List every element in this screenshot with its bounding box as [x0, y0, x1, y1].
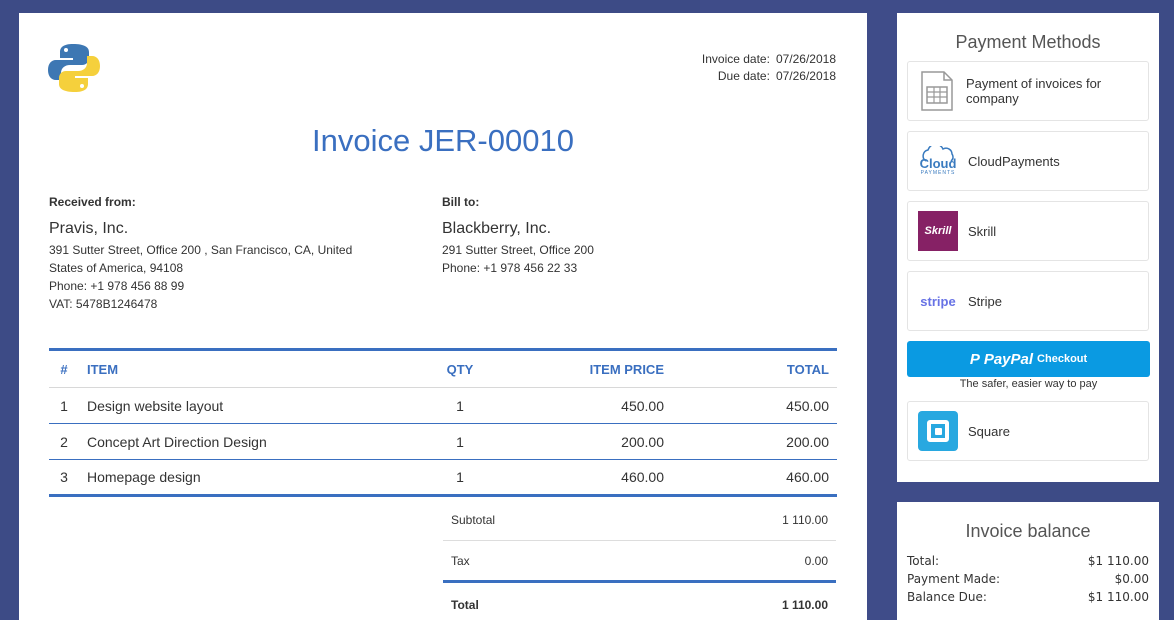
sender-phone: Phone: +1 978 456 88 99 — [49, 279, 185, 293]
cloudpayments-logo-text: Cloud — [919, 156, 957, 171]
row-qty: 1 — [420, 423, 500, 460]
col-item-header: ITEM — [79, 348, 420, 388]
table-header-row: # ITEM QTY ITEM PRICE TOTAL — [49, 348, 837, 388]
payment-method-label: Stripe — [968, 293, 1002, 309]
subtotal-label: Subtotal — [451, 512, 496, 527]
row-item: Design website layout — [79, 387, 420, 424]
payment-methods-panel: Payment Methods Payment of invoices for … — [897, 13, 1159, 482]
invoice-totals: Subtotal 1 110.00 Tax 0.00 Total 1 110.0… — [443, 499, 836, 620]
invoice-dates: Invoice date: 07/26/2018 Due date: 07/26… — [702, 51, 836, 85]
row-item: Concept Art Direction Design — [79, 423, 420, 460]
sender-vat: VAT: 5478B1246478 — [49, 297, 158, 311]
table-row: 1 Design website layout 1 450.00 450.00 — [49, 387, 837, 424]
balance-value: $0.00 — [1114, 572, 1149, 586]
skrill-logo: Skrill — [918, 211, 958, 251]
row-price: 460.00 — [500, 459, 672, 497]
invoice-date-label: Invoice date: — [701, 52, 770, 66]
table-row: 2 Concept Art Direction Design 1 200.00 … — [49, 423, 837, 460]
paypal-sub: Checkout — [1037, 353, 1088, 365]
table-row: 3 Homepage design 1 460.00 460.00 — [49, 459, 837, 497]
sender-address: 391 Sutter Street, Office 200 , San Fran… — [49, 243, 353, 275]
payment-method-square[interactable]: Square — [907, 401, 1149, 461]
balance-value: $1 110.00 — [1087, 554, 1149, 568]
payment-method-invoice[interactable]: Payment of invoices for company — [907, 61, 1149, 121]
tax-value: 0.00 — [804, 553, 828, 568]
payment-method-label: Square — [968, 423, 1010, 439]
stripe-logo: stripe — [918, 281, 958, 321]
row-num: 3 — [49, 459, 79, 497]
col-total-header: TOTAL — [672, 348, 837, 388]
col-price-header: ITEM PRICE — [500, 348, 672, 388]
col-num-header: # — [49, 348, 79, 388]
due-date-row: Due date: 07/26/2018 — [702, 68, 836, 85]
paypal-icon: P — [969, 350, 980, 368]
payment-methods-title: Payment Methods — [955, 32, 1101, 52]
tax-row: Tax 0.00 — [443, 541, 836, 583]
row-qty: 1 — [420, 459, 500, 497]
paypal-checkout-button[interactable]: P PayPal Checkout — [907, 341, 1150, 377]
due-date-label: Due date: — [717, 69, 770, 83]
invoice-document: Invoice date: 07/26/2018 Due date: 07/26… — [19, 13, 867, 620]
square-logo-inner — [927, 420, 949, 442]
invoice-document-icon — [918, 71, 956, 111]
sender-name: Pravis, Inc. — [49, 220, 129, 237]
due-date-value: 07/26/2018 — [775, 69, 836, 83]
received-from-block: Received from: Pravis, Inc. 391 Sutter S… — [49, 193, 389, 313]
received-from-header: Received from: — [49, 195, 136, 209]
balance-due-row: Balance Due: $1 110.00 — [907, 588, 1149, 606]
row-num: 1 — [49, 387, 79, 424]
row-total: 460.00 — [672, 459, 837, 497]
payment-method-label: Payment of invoices for company — [966, 76, 1102, 106]
paypal-tagline: The safer, easier way to pay — [959, 378, 1098, 390]
balance-label: Payment Made: — [907, 572, 1001, 586]
balance-label: Balance Due: — [907, 590, 987, 604]
total-row: Total 1 110.00 — [443, 583, 836, 620]
row-price: 200.00 — [500, 423, 672, 460]
row-num: 2 — [49, 423, 79, 460]
balance-paid-row: Payment Made: $0.00 — [907, 570, 1149, 588]
bill-to-header: Bill to: — [442, 195, 480, 209]
cloudpayments-logo-sub: PAYMENTS — [920, 170, 956, 176]
row-price: 450.00 — [500, 387, 672, 424]
row-qty: 1 — [420, 387, 500, 424]
recipient-name: Blackberry, Inc. — [442, 220, 552, 237]
payment-method-label: CloudPayments — [968, 153, 1060, 169]
row-total: 450.00 — [672, 387, 837, 424]
payment-method-cloudpayments[interactable]: Cloud PAYMENTS CloudPayments — [907, 131, 1149, 191]
total-value: 1 110.00 — [781, 598, 828, 612]
python-logo-icon — [48, 44, 100, 92]
skrill-logo-text: Skrill — [924, 225, 952, 237]
invoice-title: Invoice JER-00010 — [312, 123, 574, 158]
invoice-balance-title: Invoice balance — [965, 521, 1091, 541]
row-item: Homepage design — [79, 459, 420, 497]
invoice-items-table: # ITEM QTY ITEM PRICE TOTAL 1 Design web… — [49, 348, 837, 497]
total-label: Total — [451, 598, 479, 612]
cloudpayments-logo: Cloud PAYMENTS — [918, 141, 958, 181]
stripe-logo-text: stripe — [920, 293, 956, 309]
recipient-phone: Phone: +1 978 456 22 33 — [442, 261, 578, 275]
subtotal-row: Subtotal 1 110.00 — [443, 499, 836, 541]
balance-rows: Total: $1 110.00 Payment Made: $0.00 Bal… — [907, 552, 1149, 606]
payment-method-label: Skrill — [968, 223, 997, 239]
balance-label: Total: — [907, 554, 940, 568]
balance-value: $1 110.00 — [1087, 590, 1149, 604]
recipient-address: 291 Sutter Street, Office 200 — [442, 243, 594, 257]
balance-total-row: Total: $1 110.00 — [907, 552, 1149, 570]
square-logo — [918, 411, 958, 451]
bill-to-block: Bill to: Blackberry, Inc. 291 Sutter Str… — [442, 193, 742, 277]
invoice-balance-panel: Invoice balance Total: $1 110.00 Payment… — [897, 502, 1159, 620]
invoice-date-row: Invoice date: 07/26/2018 — [702, 51, 836, 68]
paypal-brand: PayPal — [983, 350, 1034, 368]
payment-method-stripe[interactable]: stripe Stripe — [907, 271, 1149, 331]
col-qty-header: QTY — [420, 348, 500, 388]
tax-label: Tax — [451, 553, 470, 568]
subtotal-value: 1 110.00 — [782, 512, 828, 527]
invoice-date-value: 07/26/2018 — [775, 52, 836, 66]
row-total: 200.00 — [672, 423, 837, 460]
payment-method-skrill[interactable]: Skrill Skrill — [907, 201, 1149, 261]
